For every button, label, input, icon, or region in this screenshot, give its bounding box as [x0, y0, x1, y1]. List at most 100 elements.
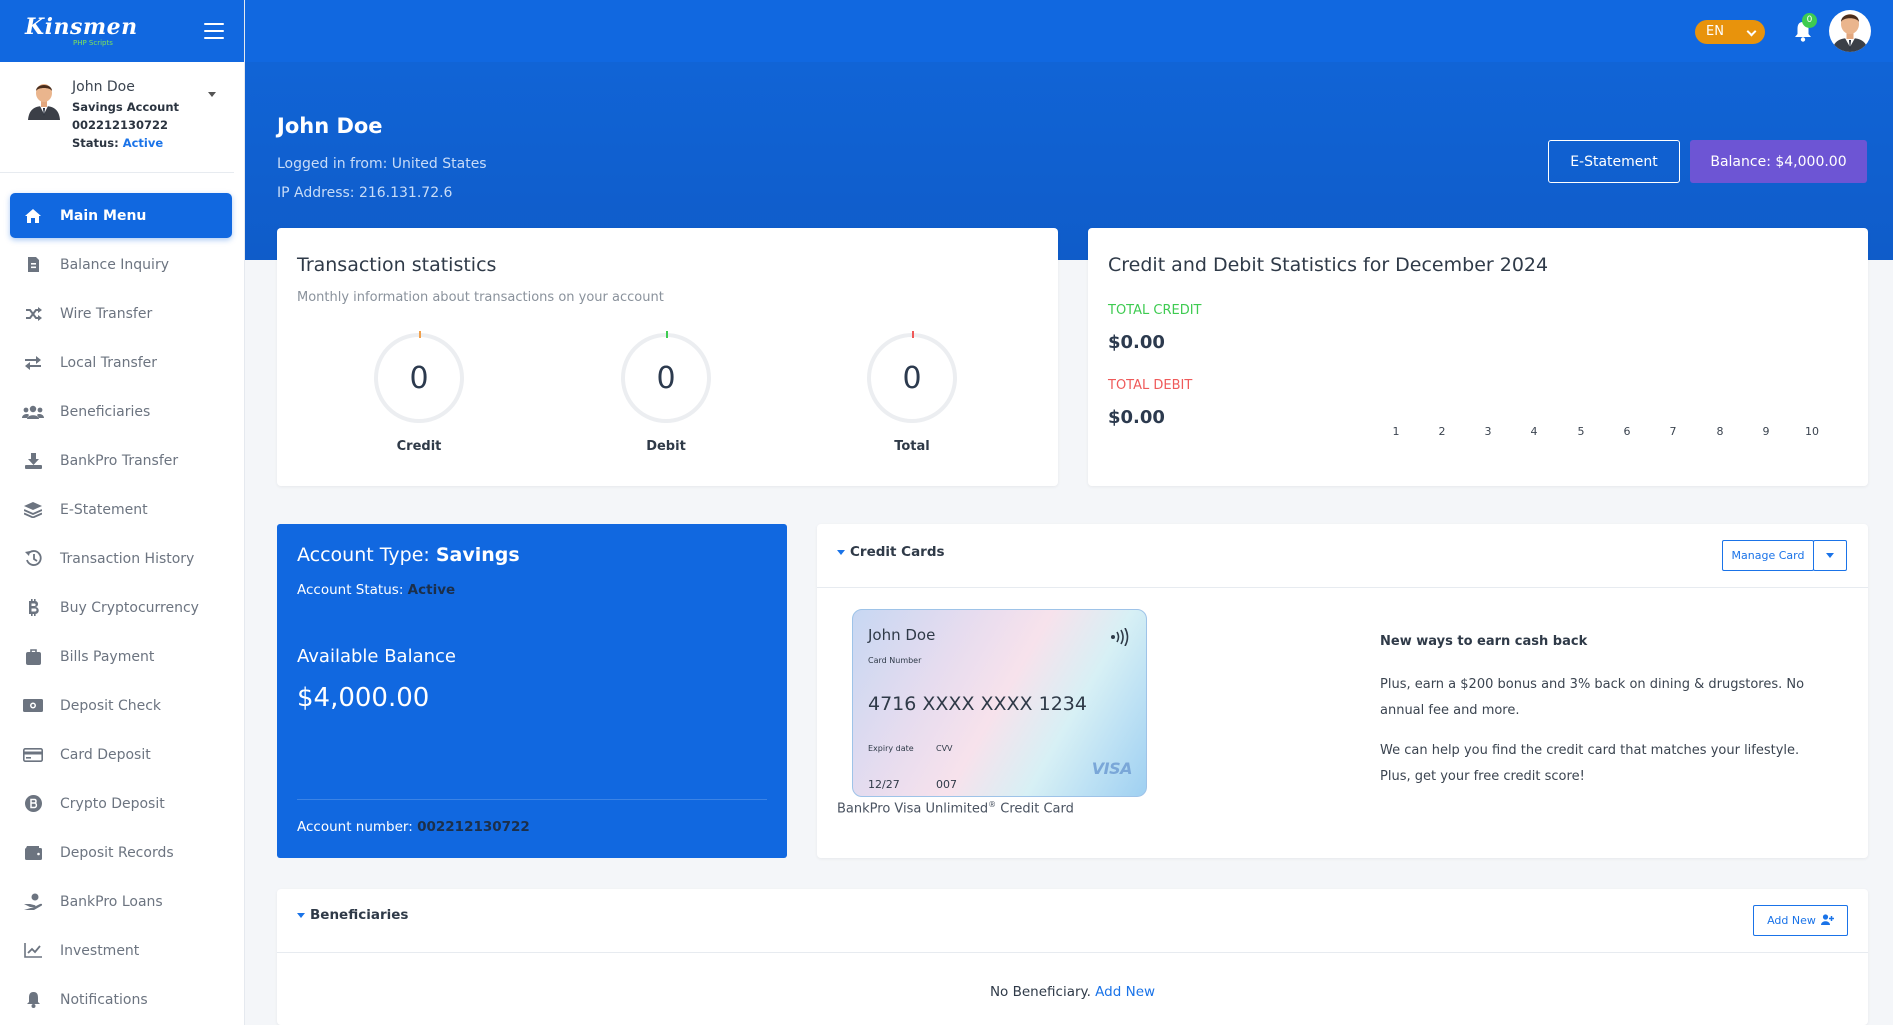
- sidebar-item-label: Investment: [60, 942, 140, 959]
- sidebar-item-bankpro-transfer[interactable]: BankPro Transfer: [10, 438, 232, 483]
- sidebar-item-label: Balance Inquiry: [60, 256, 169, 273]
- sidebar-item-deposit-check[interactable]: Deposit Check: [10, 683, 232, 728]
- debit-stat-value: 0: [656, 360, 676, 396]
- divider: [817, 587, 1868, 588]
- sidebar-item-balance-inquiry[interactable]: Balance Inquiry: [10, 242, 232, 287]
- chart-axis-tick: 7: [1669, 425, 1677, 438]
- money-bill-icon: [22, 697, 44, 715]
- beneficiaries-header[interactable]: Beneficiaries: [297, 907, 408, 923]
- contactless-icon: [1110, 627, 1130, 650]
- sidebar-item-label: Notifications: [60, 991, 148, 1008]
- sidebar-item-e-statement[interactable]: E-Statement: [10, 487, 232, 532]
- total-debit-label: TOTAL DEBIT: [1108, 378, 1193, 393]
- language-select[interactable]: EN: [1695, 20, 1765, 44]
- sidebar-item-label: Crypto Deposit: [60, 795, 165, 812]
- notification-bell-icon[interactable]: 0: [1793, 13, 1817, 42]
- sidebar-item-label: Wire Transfer: [60, 305, 153, 322]
- status-badge: Active: [122, 136, 164, 150]
- chart-axis-tick: 6: [1623, 425, 1631, 438]
- manage-card-dropdown-button[interactable]: [1813, 540, 1847, 571]
- sidebar-user-info: John Doe Savings Account 002212130722 St…: [72, 78, 179, 158]
- history-icon: [22, 550, 44, 568]
- card-caption: BankPro Visa Unlimited® Credit Card: [837, 800, 1074, 816]
- user-avatar[interactable]: [1829, 10, 1871, 52]
- sidebar-user-panel[interactable]: John Doe Savings Account 002212130722 St…: [0, 62, 234, 173]
- empty-beneficiaries-text: No Beneficiary.: [989, 984, 1091, 1000]
- account-number: 002212130722: [72, 118, 169, 132]
- manage-card-button[interactable]: Manage Card: [1722, 540, 1814, 571]
- card-expiry-label: Expiry date: [868, 744, 914, 753]
- card-number-label: Card Number: [868, 656, 922, 665]
- top-navbar: EN 0: [245, 0, 1893, 62]
- account-summary-card: Account Type: Savings Account Status: Ac…: [277, 524, 787, 858]
- total-credit-value: $0.00: [1108, 332, 1165, 353]
- sidebar-item-notifications[interactable]: Notifications: [10, 977, 232, 1022]
- sidebar-item-bills-payment[interactable]: Bills Payment: [10, 634, 232, 679]
- add-new-link[interactable]: Add New: [1095, 984, 1155, 1000]
- card-number: 4716 XXXX XXXX 1234: [868, 693, 1087, 715]
- ip-address: IP Address: 216.131.72.6: [277, 185, 453, 201]
- card-caption-name: BankPro Visa Unlimited: [837, 801, 989, 817]
- sidebar-item-beneficiaries[interactable]: Beneficiaries: [10, 389, 232, 434]
- sidebar-item-main-menu[interactable]: Main Menu: [10, 193, 232, 238]
- divider: [297, 799, 767, 800]
- avatar: [26, 78, 62, 120]
- transaction-statistics-card: Transaction statistics Monthly informati…: [277, 228, 1058, 486]
- sidebar-item-local-transfer[interactable]: Local Transfer: [10, 340, 232, 385]
- sidebar-item-card-deposit[interactable]: Card Deposit: [10, 732, 232, 777]
- debit-stat-marker: [666, 331, 668, 338]
- status-label: Status:: [72, 136, 119, 150]
- download-icon: [22, 452, 44, 470]
- user-name: John Doe: [72, 79, 135, 95]
- chart-axis-tick: 10: [1805, 425, 1819, 438]
- page-title: John Doe: [277, 114, 383, 138]
- hamburger-menu-icon[interactable]: [204, 23, 224, 39]
- brand-tagline: PHP Scripts: [73, 38, 113, 47]
- account-number-label: Account number:: [297, 819, 413, 835]
- visa-card[interactable]: John Doe Card Number 4716 XXXX XXXX 1234…: [852, 609, 1147, 797]
- sidebar-item-investment[interactable]: Investment: [10, 928, 232, 973]
- visa-logo: VISA: [1091, 759, 1133, 778]
- sidebar-item-label: Deposit Records: [60, 844, 174, 861]
- transaction-statistics-subtitle: Monthly information about transactions o…: [297, 290, 664, 305]
- chart-axis-tick: 2: [1438, 425, 1446, 438]
- sidebar-item-bankpro-loans[interactable]: BankPro Loans: [10, 879, 232, 924]
- sidebar-item-transaction-history[interactable]: Transaction History: [10, 536, 232, 581]
- sidebar-item-label: Bills Payment: [60, 648, 155, 665]
- card-cvv-label: CVV: [936, 744, 953, 753]
- sidebar-item-label: BankPro Transfer: [60, 452, 179, 469]
- shuffle-icon: [22, 305, 44, 323]
- available-balance-value: $4,000.00: [297, 683, 430, 713]
- add-beneficiary-label: Add New: [1767, 914, 1816, 927]
- chevron-down-icon[interactable]: [208, 92, 216, 97]
- sidebar-item-buy-cryptocurrency[interactable]: Buy Cryptocurrency: [10, 585, 232, 630]
- credit-cards-header[interactable]: Credit Cards: [837, 544, 945, 560]
- sidebar-item-label: Card Deposit: [60, 746, 151, 763]
- account-type-label: Account Type:: [297, 544, 430, 566]
- total-stat-circle: 0: [867, 331, 957, 423]
- user-plus-icon: [1820, 913, 1834, 928]
- account-type-value: Savings: [435, 544, 520, 566]
- home-icon: [22, 207, 44, 225]
- sidebar-item-deposit-records[interactable]: Deposit Records: [10, 830, 232, 875]
- sidebar: Kinsmen PHP Scripts John Doe Savings Acc…: [0, 0, 245, 1025]
- registered-mark: ®: [988, 800, 997, 809]
- sidebar-item-label: Deposit Check: [60, 697, 162, 714]
- credit-cards-title: Credit Cards: [850, 544, 945, 560]
- account-type: Savings Account: [72, 100, 180, 114]
- sidebar-item-wire-transfer[interactable]: Wire Transfer: [10, 291, 232, 336]
- balance-button[interactable]: Balance: $4,000.00: [1690, 140, 1867, 183]
- language-value: EN: [1706, 24, 1724, 39]
- credit-debit-title: Credit and Debit Statistics for December…: [1108, 254, 1549, 276]
- card-caption-suffix: Credit Card: [1000, 801, 1074, 817]
- e-statement-button[interactable]: E-Statement: [1548, 140, 1680, 183]
- caret-down-icon: [837, 549, 845, 555]
- debit-stat-circle: 0: [621, 331, 711, 423]
- chart-axis-tick: 5: [1577, 425, 1585, 438]
- add-beneficiary-button[interactable]: Add New: [1753, 905, 1848, 936]
- brand-logo[interactable]: Kinsmen PHP Scripts: [25, 16, 138, 47]
- caret-down-icon: [297, 912, 305, 918]
- login-location: Logged in from: United States: [277, 156, 487, 172]
- bitcoin-icon: [22, 599, 44, 617]
- sidebar-item-crypto-deposit[interactable]: Crypto Deposit: [10, 781, 232, 826]
